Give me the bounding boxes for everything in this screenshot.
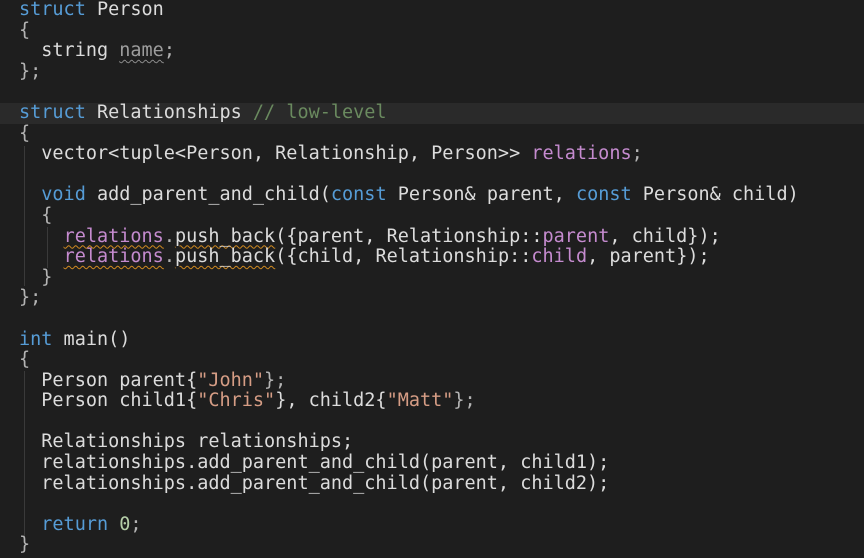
code-line[interactable]: relations.push_back({child, Relationship… [0, 246, 864, 268]
code-token: int [19, 328, 53, 350]
code-line[interactable] [0, 494, 864, 515]
code-line[interactable]: { [0, 349, 864, 371]
code-line[interactable]: vector<tuple<Person, Relationship, Perso… [0, 143, 864, 165]
code-token: add_parent_and_child( [85, 184, 331, 206]
code-token: }, child2{ [275, 390, 387, 412]
code-token: ({parent, Relationship:: [275, 225, 543, 247]
code-token: push_back [174, 246, 276, 268]
code-token: "John" [197, 369, 265, 391]
code-line[interactable]: { [0, 205, 864, 227]
code-token: main() [52, 328, 131, 350]
code-token: { [19, 19, 31, 41]
code-line[interactable]: struct Person [0, 0, 864, 21]
code-token: relations [63, 246, 164, 268]
indent-guide [24, 146, 25, 287]
code-line[interactable]: }; [0, 288, 864, 309]
code-token: // low-level [252, 101, 387, 123]
code-token: ; [163, 40, 175, 62]
code-token: Person& child) [631, 184, 799, 206]
code-line[interactable]: int main() [0, 328, 864, 351]
code-line[interactable]: return 0; [0, 513, 864, 536]
code-line[interactable] [0, 309, 864, 330]
code-token: vector<tuple<Person, Relationship, Perso… [19, 143, 532, 165]
code-line[interactable]: string name; [0, 40, 864, 62]
code-line[interactable]: } [0, 267, 864, 289]
code-line[interactable]: }; [0, 60, 864, 83]
code-token: Person child1{ [19, 390, 198, 412]
code-token: 0 [119, 513, 131, 535]
code-line[interactable]: Person parent{"John"}; [0, 369, 864, 392]
indent-guide [24, 370, 25, 536]
code-token: return [41, 513, 109, 535]
code-token: relationships.add_parent_and_child(paren… [19, 452, 610, 474]
code-line[interactable] [0, 165, 864, 186]
code-token: , child}); [609, 225, 721, 247]
code-token: } [19, 534, 31, 556]
code-token: { [19, 349, 31, 371]
code-line[interactable]: relations.push_back({parent, Relationshi… [0, 225, 864, 248]
code-token: struct [19, 101, 86, 123]
code-line[interactable]: relationships.add_parent_and_child(paren… [0, 452, 864, 474]
code-line[interactable]: relationships.add_parent_and_child(paren… [0, 472, 864, 495]
code-line[interactable]: { [0, 19, 864, 42]
code-token: ; [130, 513, 142, 535]
code-token: , parent}); [587, 246, 710, 268]
code-line[interactable]: void add_parent_and_child(const Person& … [0, 185, 864, 206]
code-token: child [531, 246, 588, 268]
indent-guide [47, 226, 48, 268]
code-token: string [19, 40, 120, 62]
code-token: push_back [174, 225, 276, 247]
code-token: ({child, Relationship:: [275, 246, 532, 268]
code-token: "Chris" [197, 390, 276, 412]
code-line[interactable]: } [0, 535, 864, 556]
code-token: Relationships relationships; [19, 431, 354, 453]
code-token: . [163, 225, 175, 247]
code-line[interactable]: Relationships relationships; [0, 432, 864, 453]
code-token: . [163, 246, 175, 268]
code-line[interactable] [0, 412, 864, 433]
code-line[interactable]: Person child1{"Chris"}, child2{"Matt"}; [0, 390, 864, 412]
code-token: Person& parent, [386, 184, 576, 206]
code-token: Relationships [85, 101, 253, 123]
code-token: { [19, 122, 31, 144]
code-token: void [41, 184, 86, 206]
code-editor[interactable]: struct Person{ string name;}; struct Rel… [0, 0, 864, 558]
code-token: const [330, 184, 387, 206]
code-line[interactable]: { [0, 122, 864, 145]
code-token: relations [531, 143, 632, 165]
code-token: }; [19, 60, 42, 82]
code-token: struct [19, 0, 86, 20]
code-token: name [119, 40, 164, 62]
code-line[interactable]: struct Relationships // low-level [0, 101, 864, 124]
code-line[interactable] [0, 82, 864, 103]
code-token: parent [542, 225, 610, 247]
code-token: ; [631, 143, 643, 165]
code-token: Person parent{ [19, 369, 198, 391]
code-token: relationships.add_parent_and_child(paren… [19, 472, 610, 494]
code-token: }; [19, 287, 42, 309]
code-token: }; [453, 390, 476, 412]
code-token: }; [264, 369, 287, 391]
code-token: "Matt" [386, 390, 454, 412]
code-token: const [575, 184, 632, 206]
code-token: relations [63, 225, 164, 247]
code-token: Person [96, 0, 164, 20]
